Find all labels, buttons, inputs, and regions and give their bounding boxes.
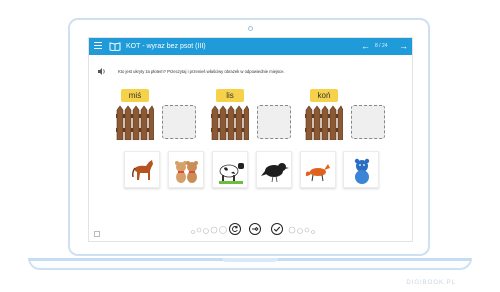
decor-dots-left: [191, 226, 227, 234]
hint-icon: [252, 226, 259, 232]
tile-crow[interactable]: [256, 151, 292, 188]
app-title: KOT - wyraz bez psot (III): [126, 43, 206, 50]
fox-icon: [305, 164, 330, 182]
cow-icon: [219, 163, 244, 184]
reset-icon: [232, 225, 238, 232]
watermark: DIGIBOOK.PL: [406, 280, 456, 286]
tile-horse[interactable]: [124, 151, 160, 188]
page-number: 8 / 24: [375, 43, 388, 49]
drop-slot[interactable]: [351, 105, 385, 139]
scene-2: lis: [211, 89, 291, 141]
tile-cow[interactable]: [212, 151, 248, 188]
hint-button[interactable]: [249, 223, 261, 235]
laptop-notch: [222, 258, 278, 262]
horse-icon: [132, 160, 153, 180]
instruction-text: Kto jest ukryty za płotem? Przeczytaj i …: [118, 69, 285, 74]
blue-teddy-bear-icon: [354, 158, 370, 184]
scene-1: miś: [116, 89, 196, 141]
book-icon: [109, 42, 121, 51]
word-label: koń: [310, 89, 338, 102]
title-bar: KOT - wyraz bez psot (III) ← 8 / 24 →: [89, 38, 412, 55]
camera-icon: [248, 26, 253, 31]
check-button[interactable]: [271, 223, 283, 235]
fence-icon: [211, 105, 249, 140]
check-icon: [273, 226, 281, 232]
arrow-left-icon[interactable]: ←: [361, 41, 370, 51]
drop-slot[interactable]: [257, 105, 291, 139]
tile-teddy-bears[interactable]: [168, 151, 204, 188]
fullscreen-icon[interactable]: [94, 231, 100, 237]
scene-3: koń: [305, 89, 385, 141]
drop-slot[interactable]: [162, 105, 196, 139]
fence-icon: [305, 105, 343, 140]
app-window: KOT - wyraz bez psot (III) ← 8 / 24 → Kt…: [88, 37, 413, 242]
teddy-bears-icon: [175, 161, 198, 183]
word-label: miś: [121, 89, 149, 102]
reset-button[interactable]: [229, 223, 241, 235]
word-label: lis: [216, 89, 244, 102]
menu-icon[interactable]: [94, 42, 102, 50]
tile-fox[interactable]: [300, 151, 336, 188]
crow-icon: [261, 163, 289, 183]
arrow-right-icon[interactable]: →: [399, 41, 408, 51]
tile-blue-teddy-bear[interactable]: [343, 151, 379, 188]
fence-icon: [116, 105, 154, 140]
decor-dots-right: [288, 226, 315, 234]
speaker-icon[interactable]: [98, 68, 106, 75]
